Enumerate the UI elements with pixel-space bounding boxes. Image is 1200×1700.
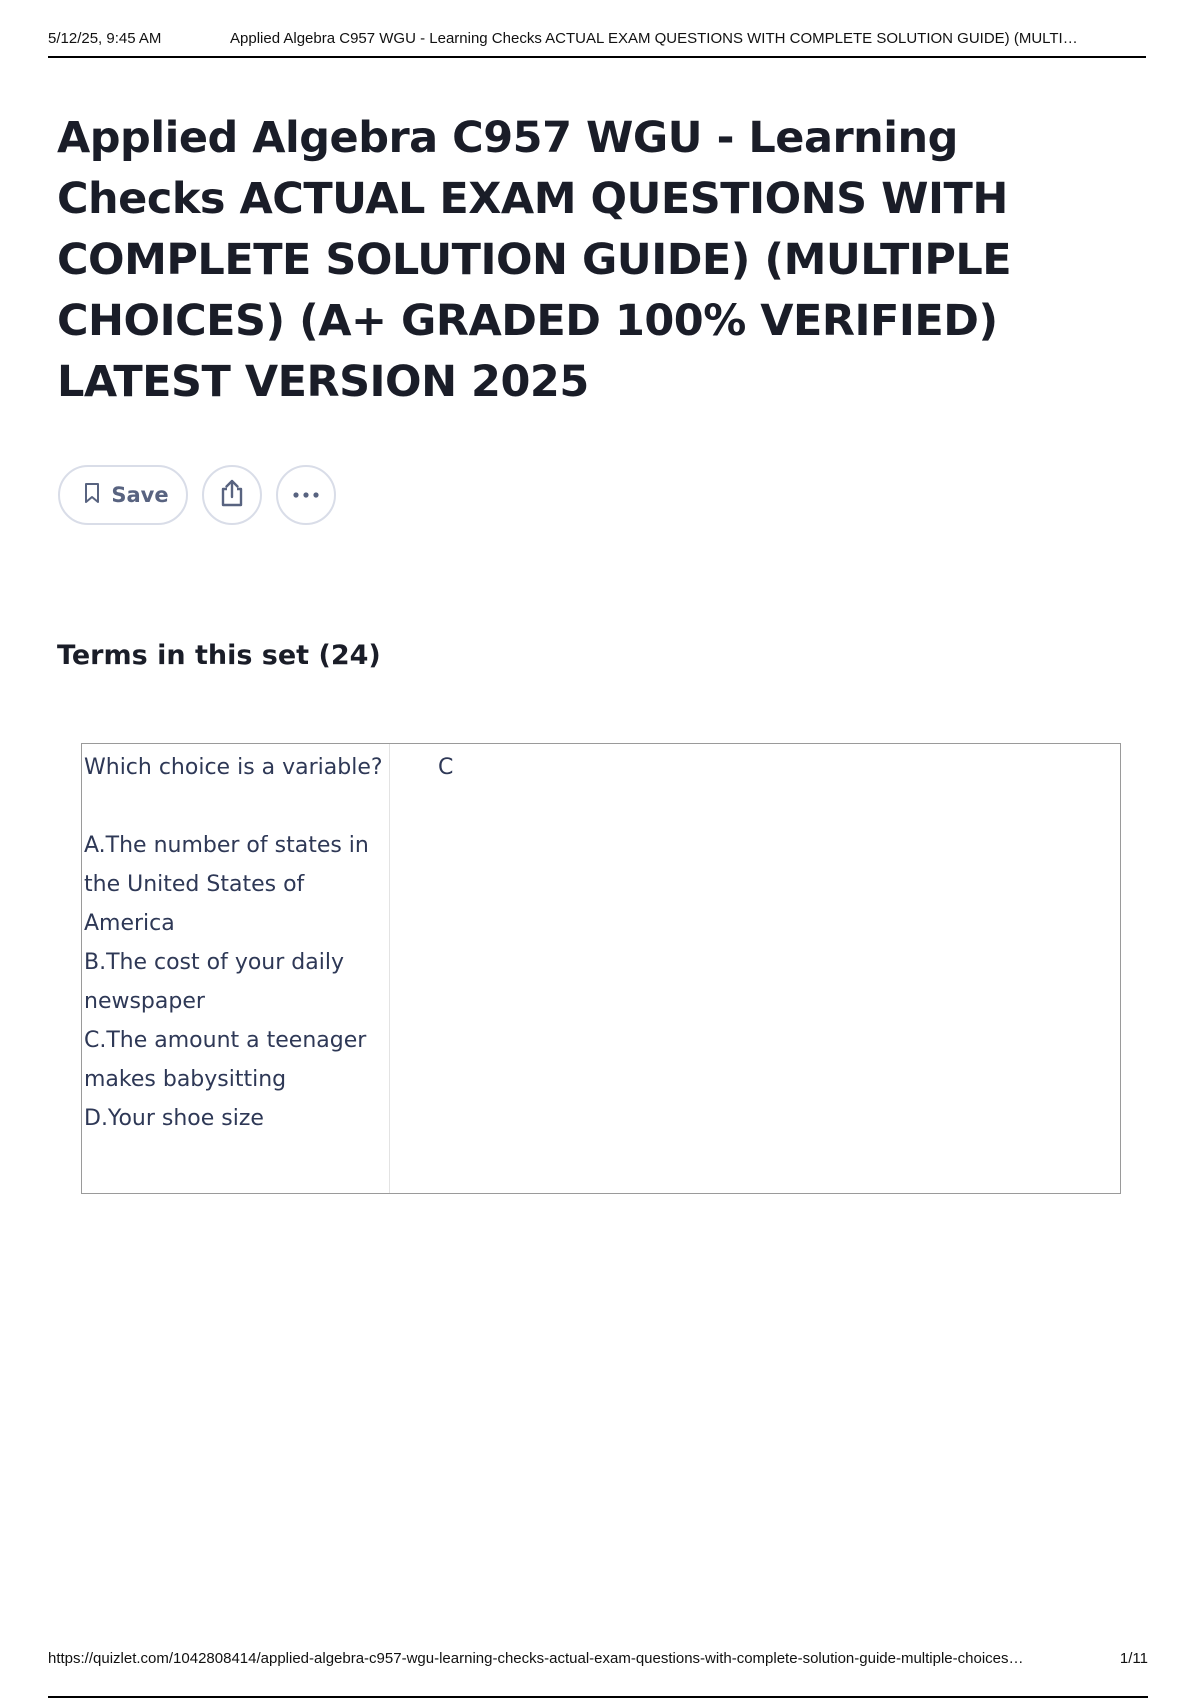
option-b: B.The cost of your daily newspaper bbox=[84, 950, 344, 1014]
option-d: D.Your shoe size bbox=[84, 1106, 264, 1131]
print-doc-title: Applied Algebra C957 WGU - Learning Chec… bbox=[230, 30, 1078, 47]
question-text: Which choice is a variable? bbox=[84, 755, 383, 780]
term-question: Which choice is a variable? A.The number… bbox=[82, 744, 390, 1193]
share-button[interactable] bbox=[202, 465, 262, 525]
print-header: 5/12/25, 9:45 AM Applied Algebra C957 WG… bbox=[48, 30, 1146, 58]
bookmark-icon bbox=[83, 482, 101, 509]
print-footer: https://quizlet.com/1042808414/applied-a… bbox=[48, 1650, 1148, 1698]
print-url: https://quizlet.com/1042808414/applied-a… bbox=[48, 1650, 1024, 1667]
option-a: A.The number of states in the United Sta… bbox=[84, 833, 369, 936]
print-timestamp: 5/12/25, 9:45 AM bbox=[48, 30, 162, 47]
page-number: 1/11 bbox=[1119, 1650, 1148, 1667]
more-options-button[interactable] bbox=[276, 465, 336, 525]
answer-text: C bbox=[438, 755, 454, 780]
page-title: Applied Algebra C957 WGU - Learning Chec… bbox=[57, 113, 1012, 407]
save-button[interactable]: Save bbox=[58, 465, 188, 525]
share-icon bbox=[218, 478, 246, 513]
save-label: Save bbox=[111, 483, 169, 507]
more-icon bbox=[291, 486, 321, 504]
option-c: C.The amount a teenager makes babysittin… bbox=[84, 1028, 367, 1092]
term-answer: C bbox=[390, 744, 1120, 1193]
terms-heading: Terms in this set (24) bbox=[57, 640, 381, 671]
term-card: Which choice is a variable? A.The number… bbox=[81, 743, 1121, 1194]
action-bar: Save bbox=[58, 465, 336, 525]
